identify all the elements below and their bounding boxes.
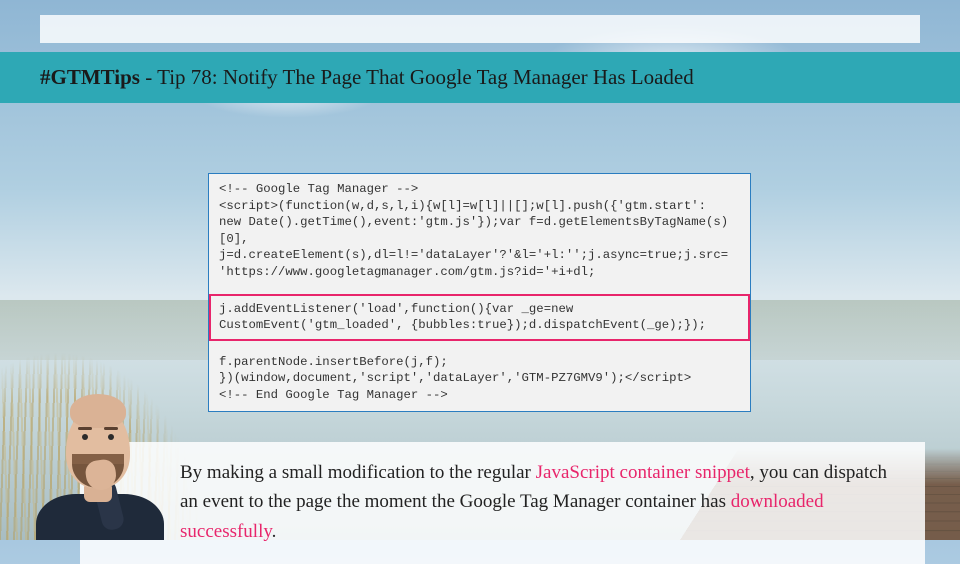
body-text-3: . [272, 521, 277, 542]
title-text: - Tip 78: Notify The Page That Google Ta… [140, 65, 694, 89]
body-text-1: By making a small modification to the re… [180, 462, 536, 483]
top-white-strip [40, 15, 920, 43]
avatar-brow-right [104, 427, 118, 430]
code-snippet-panel: <!-- Google Tag Manager --> <script>(fun… [208, 173, 751, 412]
avatar-eye-left [82, 434, 88, 440]
title-hashtag: #GTMTips [40, 65, 140, 89]
body-paragraph: By making a small modification to the re… [80, 442, 925, 564]
title-bar: #GTMTips - Tip 78: Notify The Page That … [0, 52, 960, 103]
avatar-brow-left [78, 427, 92, 430]
avatar-scalp [70, 394, 126, 428]
code-post-block: f.parentNode.insertBefore(j,f); })(windo… [209, 347, 750, 411]
code-highlighted-block: j.addEventListener('load',function(){var… [209, 294, 750, 341]
body-highlight-1: JavaScript container snippet [536, 462, 750, 483]
code-pre-block: <!-- Google Tag Manager --> <script>(fun… [209, 174, 750, 288]
presenter-avatar [28, 380, 168, 540]
avatar-eye-right [108, 434, 114, 440]
